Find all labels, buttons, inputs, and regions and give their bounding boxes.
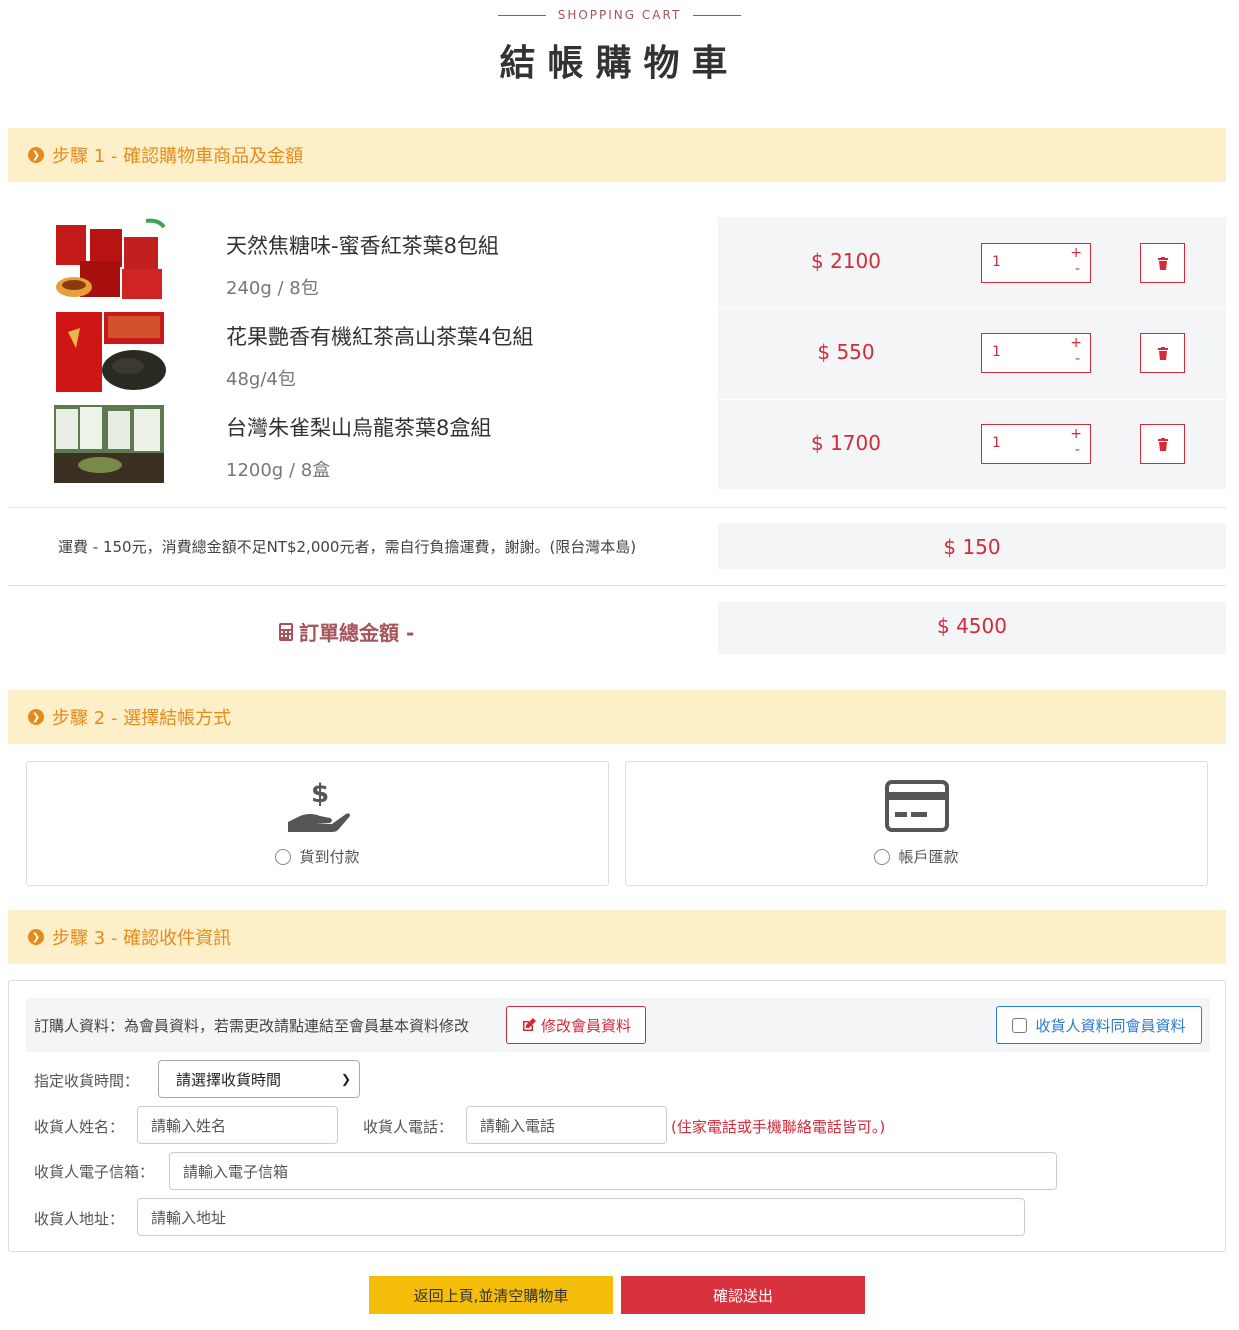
payment-option-transfer[interactable]: 帳戶匯款 bbox=[625, 761, 1208, 886]
product-price: $ 2100 bbox=[811, 249, 881, 273]
delivery-time-select[interactable]: 請選擇收貨時間 ❯ bbox=[158, 1060, 360, 1098]
increment-button[interactable]: + bbox=[1070, 245, 1082, 261]
back-and-clear-cart-button[interactable]: 返回上頁,並清空購物車 bbox=[369, 1276, 613, 1314]
product-price: $ 1700 bbox=[811, 431, 881, 455]
divider bbox=[8, 507, 1226, 508]
product-spec: 1200g / 8盒 bbox=[226, 460, 331, 481]
step-1-label: 步驟 1 - 確認購物車商品及金額 bbox=[52, 146, 304, 167]
product-price: $ 550 bbox=[817, 340, 875, 364]
chevron-right-circle-icon: ❯ bbox=[28, 929, 44, 945]
remove-item-button[interactable] bbox=[1140, 424, 1185, 464]
product-name[interactable]: 花果艷香有機紅茶高山茶葉4包組 bbox=[226, 321, 533, 351]
delivery-time-value: 請選擇收貨時間 bbox=[176, 1070, 282, 1089]
recipient-name-placeholder: 請輸入姓名 bbox=[151, 1116, 227, 1135]
recipient-address-placeholder: 請輸入地址 bbox=[151, 1208, 227, 1227]
quantity-value[interactable]: 1 bbox=[992, 254, 1001, 270]
product-image-organic-black-tea bbox=[50, 308, 168, 396]
trash-icon bbox=[1157, 256, 1168, 270]
recipient-form: 訂購人資料：為會員資料，若需更改請點連結至會員基本資料修改 修改會員資料 收貨人… bbox=[8, 980, 1226, 1252]
quantity-stepper[interactable]: 1 + - bbox=[981, 424, 1091, 464]
credit-card-icon bbox=[885, 780, 949, 832]
product-image-caramel-black-tea bbox=[50, 217, 168, 305]
same-as-member-toggle[interactable]: 收貨人資料同會員資料 bbox=[996, 1006, 1202, 1044]
member-note: 訂購人資料：為會員資料，若需更改請點連結至會員基本資料修改 bbox=[34, 1017, 470, 1035]
quantity-stepper[interactable]: 1 + - bbox=[981, 333, 1091, 373]
trash-icon bbox=[1157, 346, 1168, 360]
increment-button[interactable]: + bbox=[1070, 335, 1082, 351]
product-image-oolong-tea bbox=[50, 399, 168, 487]
order-total-text: 訂單總金額 - bbox=[299, 621, 415, 645]
order-total-label: 訂單總金額 - bbox=[279, 617, 414, 646]
order-total-price: $ 4500 bbox=[937, 614, 1007, 638]
shipping-price: $ 150 bbox=[943, 535, 1001, 559]
edit-member-label: 修改會員資料 bbox=[540, 1016, 631, 1035]
edit-member-button[interactable]: 修改會員資料 bbox=[506, 1006, 646, 1044]
recipient-name-input[interactable]: 請輸入姓名 bbox=[137, 1106, 338, 1144]
divider bbox=[8, 585, 1226, 586]
decrement-button[interactable]: - bbox=[1075, 351, 1080, 367]
same-as-member-checkbox[interactable] bbox=[1012, 1017, 1028, 1033]
transfer-option-label[interactable]: 帳戶匯款 bbox=[626, 846, 1207, 867]
edit-icon bbox=[522, 1018, 536, 1031]
page-eyebrow: SHOPPING CART bbox=[0, 8, 1239, 22]
remove-item-button[interactable] bbox=[1140, 333, 1185, 373]
eyebrow-line-left bbox=[497, 14, 546, 16]
page-title: 結帳購物車 bbox=[499, 43, 740, 84]
step-3-label: 步驟 3 - 確認收件資訊 bbox=[52, 928, 232, 949]
increment-button[interactable]: + bbox=[1070, 426, 1082, 442]
calculator-icon bbox=[279, 622, 293, 641]
recipient-address-label: 收貨人地址： bbox=[34, 1210, 125, 1228]
product-name[interactable]: 台灣朱雀梨山烏龍茶葉8盒組 bbox=[226, 412, 491, 442]
recipient-email-label: 收貨人電子信箱： bbox=[34, 1163, 155, 1181]
product-name[interactable]: 天然焦糖味-蜜香紅茶葉8包組 bbox=[226, 230, 499, 260]
chevron-down-icon: ❯ bbox=[340, 1072, 351, 1086]
eyebrow-line-right bbox=[693, 14, 742, 16]
recipient-name-label: 收貨人姓名： bbox=[34, 1118, 125, 1136]
recipient-phone-label: 收貨人電話： bbox=[363, 1118, 454, 1136]
step-2-label: 步驟 2 - 選擇結帳方式 bbox=[52, 708, 232, 729]
member-info-row: 訂購人資料：為會員資料，若需更改請點連結至會員基本資料修改 修改會員資料 收貨人… bbox=[26, 998, 1210, 1052]
step-2-bar: ❯ 步驟 2 - 選擇結帳方式 bbox=[8, 690, 1226, 744]
step-3-bar: ❯ 步驟 3 - 確認收件資訊 bbox=[8, 910, 1226, 964]
eyebrow-text: SHOPPING CART bbox=[557, 8, 682, 22]
product-spec: 240g / 8包 bbox=[226, 278, 319, 299]
hand-money-icon: $ bbox=[288, 779, 350, 832]
recipient-phone-placeholder: 請輸入電話 bbox=[480, 1116, 556, 1135]
payment-option-cod[interactable]: $ 貨到付款 bbox=[26, 761, 609, 886]
transfer-radio[interactable] bbox=[874, 848, 891, 865]
quantity-value[interactable]: 1 bbox=[992, 344, 1001, 360]
recipient-email-input[interactable]: 請輸入電子信箱 bbox=[169, 1152, 1057, 1190]
recipient-email-placeholder: 請輸入電子信箱 bbox=[183, 1162, 289, 1181]
transfer-label-text: 帳戶匯款 bbox=[898, 848, 959, 866]
same-as-member-label: 收貨人資料同會員資料 bbox=[1035, 1016, 1186, 1035]
remove-item-button[interactable] bbox=[1140, 243, 1185, 283]
trash-icon bbox=[1157, 437, 1168, 451]
product-spec: 48g/4包 bbox=[226, 369, 296, 390]
confirm-submit-button[interactable]: 確認送出 bbox=[621, 1276, 865, 1314]
decrement-button[interactable]: - bbox=[1075, 261, 1080, 277]
recipient-phone-input[interactable]: 請輸入電話 bbox=[466, 1106, 667, 1144]
decrement-button[interactable]: - bbox=[1075, 442, 1080, 458]
chevron-right-circle-icon: ❯ bbox=[28, 709, 44, 725]
step-1-bar: ❯ 步驟 1 - 確認購物車商品及金額 bbox=[8, 128, 1226, 182]
quantity-value[interactable]: 1 bbox=[992, 435, 1001, 451]
svg-text:$: $ bbox=[311, 779, 329, 809]
cod-label-text: 貨到付款 bbox=[299, 848, 360, 866]
phone-note: (住家電話或手機聯絡電話皆可。) bbox=[671, 1118, 886, 1136]
cod-option-label[interactable]: 貨到付款 bbox=[27, 846, 608, 867]
delivery-time-label: 指定收貨時間： bbox=[34, 1072, 140, 1090]
recipient-address-input[interactable]: 請輸入地址 bbox=[137, 1198, 1025, 1236]
chevron-right-circle-icon: ❯ bbox=[28, 147, 44, 163]
cod-radio[interactable] bbox=[275, 848, 292, 865]
quantity-stepper[interactable]: 1 + - bbox=[981, 243, 1091, 283]
shipping-note: 運費 - 150元，消費總金額不足NT$2,000元者，需自行負擔運費，謝謝。(… bbox=[58, 538, 637, 556]
